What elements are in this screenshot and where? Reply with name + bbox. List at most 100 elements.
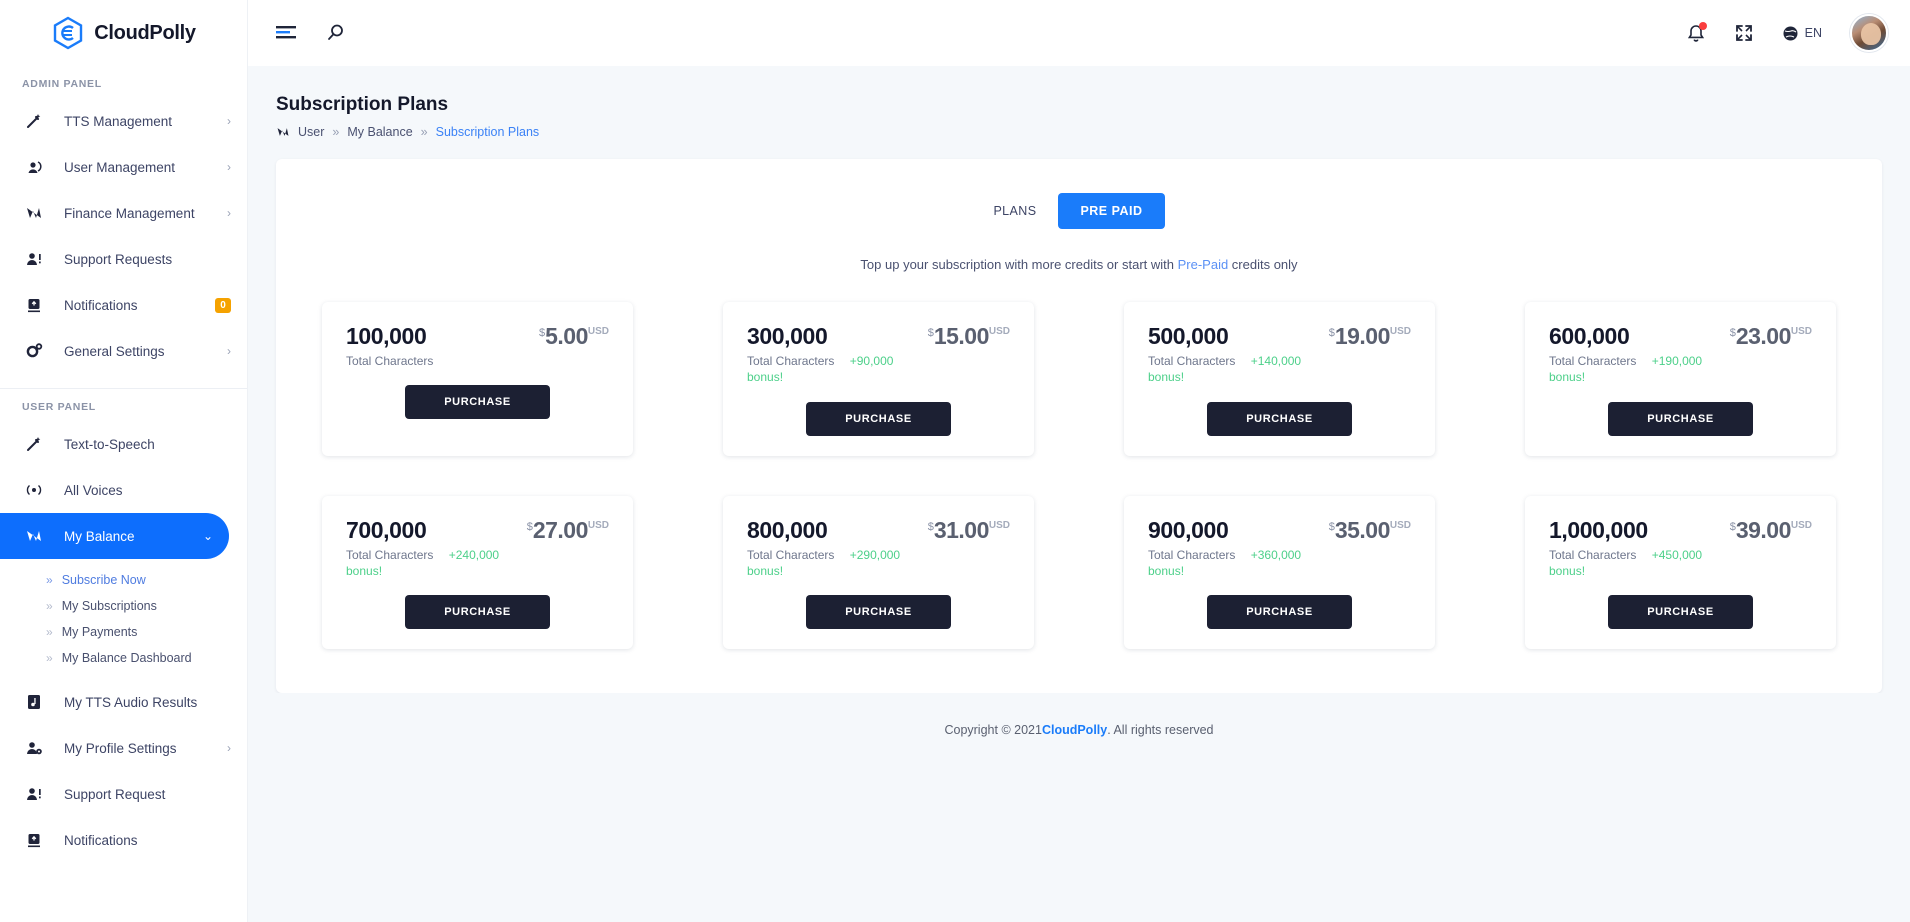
admin-panel-label: ADMIN PANEL (22, 78, 102, 90)
plan-price: $ 15.00 USD (928, 324, 1010, 348)
plan-type-toggle: PLANS PRE PAID (322, 193, 1836, 229)
purchase-button[interactable]: PURCHASE (1207, 401, 1352, 436)
purchase-button[interactable]: PURCHASE (1608, 401, 1753, 436)
sidebar-item-label: User Management (64, 159, 176, 175)
plan-sub-line: Total Characters +290,000 bonus! (747, 547, 1010, 579)
sidebar-subitem-my-subscriptions[interactable]: » My Subscriptions (0, 593, 247, 619)
sidebar-item-tts-management[interactable]: TTS Management › (0, 98, 247, 144)
user-settings-icon (22, 739, 46, 757)
price-amount: 31.00 (933, 516, 990, 543)
plan-card[interactable]: 700,000 $ 27.00 USD Total Characters +24… (322, 495, 633, 650)
footer-brand-link[interactable]: CloudPolly (1042, 723, 1107, 737)
pre-paid-link[interactable]: Pre-Paid (1178, 257, 1229, 272)
user-avatar[interactable] (1850, 14, 1888, 52)
total-characters-label: Total Characters (1148, 354, 1236, 369)
sidebar-item-label: My Balance (64, 528, 135, 544)
brand-logo[interactable]: CloudPolly (0, 0, 247, 66)
plan-bonus-amount: +190,000 (1651, 354, 1703, 369)
search-icon[interactable] (326, 23, 346, 43)
plan-price: $ 5.00 USD (539, 324, 609, 348)
plan-bonus-amount: +90,000 (849, 354, 894, 369)
notification-dot (1698, 21, 1707, 30)
purchase-button[interactable]: PURCHASE (405, 385, 550, 420)
sidebar-item-my-tts-audio-results[interactable]: My TTS Audio Results (0, 679, 247, 725)
sidebar-subitem-label: Subscribe Now (61, 573, 146, 587)
plan-card[interactable]: 600,000 $ 23.00 USD Total Characters +19… (1525, 302, 1836, 456)
user-support-icon (22, 250, 46, 268)
sidebar-item-notifications-user[interactable]: Notifications (0, 817, 247, 863)
sidebar-item-notifications-admin[interactable]: Notifications 0 (0, 282, 247, 328)
my-balance-submenu: » Subscribe Now » My Subscriptions » My … (0, 567, 247, 671)
price-amount: 23.00 (1735, 323, 1792, 349)
sidebar-item-my-profile-settings[interactable]: My Profile Settings › (0, 725, 247, 771)
total-characters-label: Total Characters (747, 354, 835, 369)
plan-bonus-amount: +240,000 (448, 547, 500, 562)
chevron-right-icon: › (227, 206, 231, 220)
sidebar-subitem-label: My Payments (61, 625, 138, 639)
language-selector[interactable]: EN (1782, 25, 1822, 42)
chevron-double-right-icon: » (46, 625, 53, 639)
purchase-button[interactable]: PURCHASE (1608, 595, 1753, 630)
plan-card[interactable]: 800,000 $ 31.00 USD Total Characters +29… (723, 495, 1034, 650)
sidebar-item-all-voices[interactable]: All Voices (0, 467, 247, 513)
purchase-button[interactable]: PURCHASE (806, 401, 951, 436)
globe-icon (1782, 25, 1799, 42)
plan-card[interactable]: 100,000 $ 5.00 USD Total Characters PURC… (322, 302, 633, 456)
chevron-right-icon: › (227, 344, 231, 358)
plan-card[interactable]: 1,000,000 $ 39.00 USD Total Characters +… (1525, 495, 1836, 650)
sidebar-item-text-to-speech[interactable]: Text-to-Speech (0, 421, 247, 467)
user-voice-icon (22, 158, 46, 176)
plan-characters: 600,000 (1549, 323, 1630, 349)
sidebar-item-finance-management[interactable]: Finance Management › (0, 190, 247, 236)
sidebar-item-user-management[interactable]: User Management › (0, 144, 247, 190)
sidebar-subitem-my-balance-dashboard[interactable]: » My Balance Dashboard (0, 645, 247, 671)
sidebar-subitem-my-payments[interactable]: » My Payments (0, 619, 247, 645)
currency-code: USD (1790, 519, 1812, 531)
sidebar-item-support-requests[interactable]: Support Requests (0, 236, 247, 282)
plan-characters: 700,000 (346, 516, 427, 543)
sidebar-item-label: Support Requests (64, 251, 173, 267)
plan-price: $ 27.00 USD (527, 517, 609, 541)
plan-card[interactable]: 300,000 $ 15.00 USD Total Characters +90… (723, 302, 1034, 456)
plan-price: $ 39.00 USD (1730, 517, 1812, 541)
sidebar-item-label: General Settings (64, 343, 165, 359)
topbar: EN (248, 0, 1910, 66)
sidebar: CloudPolly ADMIN PANEL TTS Management › … (0, 0, 248, 922)
sidebar-item-my-balance[interactable]: My Balance ⌄ (0, 513, 229, 559)
sidebar-subitem-label: My Subscriptions (61, 599, 157, 613)
total-characters-label: Total Characters (346, 547, 434, 562)
sidebar-item-general-settings[interactable]: General Settings › (0, 328, 247, 374)
breadcrumb-separator: » (420, 125, 428, 139)
chevron-right-icon: › (227, 160, 231, 174)
bell-icon[interactable] (1686, 21, 1707, 44)
purchase-button[interactable]: PURCHASE (806, 595, 951, 630)
finance-chart-icon (22, 527, 46, 545)
plan-sub-line: Total Characters +240,000 bonus! (346, 547, 609, 579)
plan-bonus-suffix: bonus! (346, 563, 383, 578)
fullscreen-expand-icon[interactable] (1734, 23, 1754, 43)
sidebar-item-support-request[interactable]: Support Request (0, 771, 247, 817)
audio-file-icon (22, 693, 46, 711)
currency-code: USD (1389, 326, 1411, 337)
plan-card[interactable]: 900,000 $ 35.00 USD Total Characters +36… (1124, 495, 1435, 650)
plan-price: $ 31.00 USD (928, 516, 1010, 543)
panel-subtitle: Top up your subscription with more credi… (322, 257, 1836, 272)
price-amount: 19.00 (1334, 323, 1391, 349)
tab-plans[interactable]: PLANS (993, 204, 1036, 218)
currency-code: USD (587, 519, 609, 531)
cloudpolly-hexagon-logo-icon (51, 16, 85, 50)
sidebar-subitem-subscribe-now[interactable]: » Subscribe Now (0, 567, 247, 593)
breadcrumb-item-my-balance[interactable]: My Balance (347, 125, 412, 139)
purchase-button[interactable]: PURCHASE (1207, 595, 1352, 630)
language-label: EN (1804, 26, 1822, 40)
app-root: CloudPolly ADMIN PANEL TTS Management › … (0, 0, 1910, 922)
purchase-button[interactable]: PURCHASE (405, 595, 550, 630)
hamburger-menu-icon[interactable] (276, 24, 298, 42)
plan-characters: 800,000 (747, 516, 828, 543)
tab-pre-paid[interactable]: PRE PAID (1058, 193, 1165, 229)
magic-wand-icon (22, 112, 46, 130)
breadcrumb-item-subscription-plans[interactable]: Subscription Plans (436, 125, 540, 139)
chevron-right-icon: › (227, 741, 231, 755)
breadcrumb-item-user[interactable]: User (298, 125, 324, 139)
plan-card[interactable]: 500,000 $ 19.00 USD Total Characters +14… (1124, 302, 1435, 456)
